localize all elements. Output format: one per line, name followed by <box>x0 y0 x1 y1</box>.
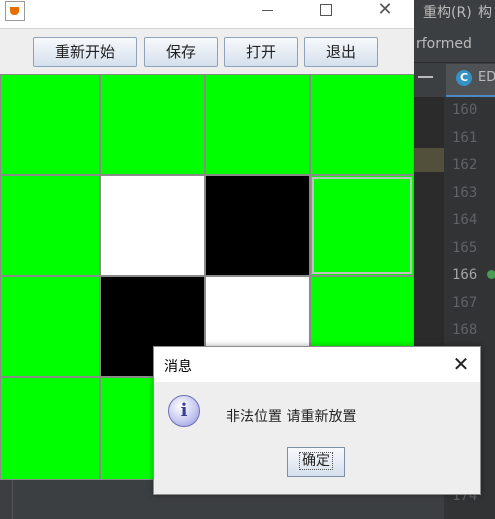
ok-button-label: 确定 <box>299 452 333 470</box>
line-number: 168 <box>452 322 478 338</box>
ok-button[interactable]: 确定 <box>287 447 345 477</box>
dialog-title-bar: 消息 ✕ <box>154 347 480 382</box>
open-button[interactable]: 打开 <box>224 37 298 67</box>
info-icon: i <box>168 395 200 427</box>
board-cell-green[interactable] <box>0 175 100 276</box>
editor-tab[interactable]: C ED <box>446 64 495 98</box>
class-icon: C <box>456 70 472 86</box>
menu-refactor-label: 重构(R) <box>423 5 472 21</box>
board-cell-green[interactable] <box>0 276 100 377</box>
dialog-message: 非法位置 请重新放置 <box>226 409 357 425</box>
board-cell-green[interactable] <box>0 377 100 480</box>
board-cell-green[interactable] <box>100 74 205 175</box>
exit-button[interactable]: 退出 <box>304 37 378 67</box>
board-cell-white[interactable] <box>100 175 205 276</box>
board-cell-green[interactable] <box>0 74 100 175</box>
close-icon[interactable]: ✕ <box>376 1 394 19</box>
board-cell-black[interactable] <box>205 175 310 276</box>
restart-button[interactable]: 重新开始 <box>33 37 137 67</box>
line-number-current: 166 <box>452 267 478 283</box>
run-marker-icon[interactable] <box>487 270 495 279</box>
performed-text: rformed <box>416 36 472 52</box>
menu-refactor[interactable]: 重构(R) <box>423 2 472 22</box>
collapse-icon[interactable] <box>418 76 433 78</box>
dialog-title: 消息 <box>164 359 192 375</box>
line-number: 165 <box>452 240 478 256</box>
line-highlight <box>414 148 444 172</box>
line-number: 167 <box>452 295 478 311</box>
divider <box>12 480 13 519</box>
line-number: 161 <box>452 130 478 146</box>
editor-tab-label: ED <box>478 70 495 85</box>
maximize-icon[interactable] <box>320 4 332 16</box>
minimize-icon[interactable] <box>262 10 273 11</box>
menu-next[interactable]: 构 <box>478 2 492 22</box>
board-cell-green[interactable] <box>310 74 414 175</box>
line-number: 160 <box>452 102 478 118</box>
ide-toolbar: rformed <box>414 28 495 62</box>
board-cell-green[interactable] <box>205 74 310 175</box>
line-number: 162 <box>452 157 478 173</box>
toolbar: 重新开始 保存 打开 退出 <box>0 28 414 75</box>
line-number: 164 <box>452 212 478 228</box>
title-bar: ✕ <box>0 0 414 28</box>
dialog-close-icon[interactable]: ✕ <box>450 353 472 375</box>
java-app-icon <box>5 1 25 21</box>
board-cell-green[interactable] <box>310 175 414 276</box>
line-number: 163 <box>452 185 478 201</box>
message-dialog: 消息 ✕ i 非法位置 请重新放置 确定 <box>153 346 481 495</box>
save-button[interactable]: 保存 <box>144 37 218 67</box>
